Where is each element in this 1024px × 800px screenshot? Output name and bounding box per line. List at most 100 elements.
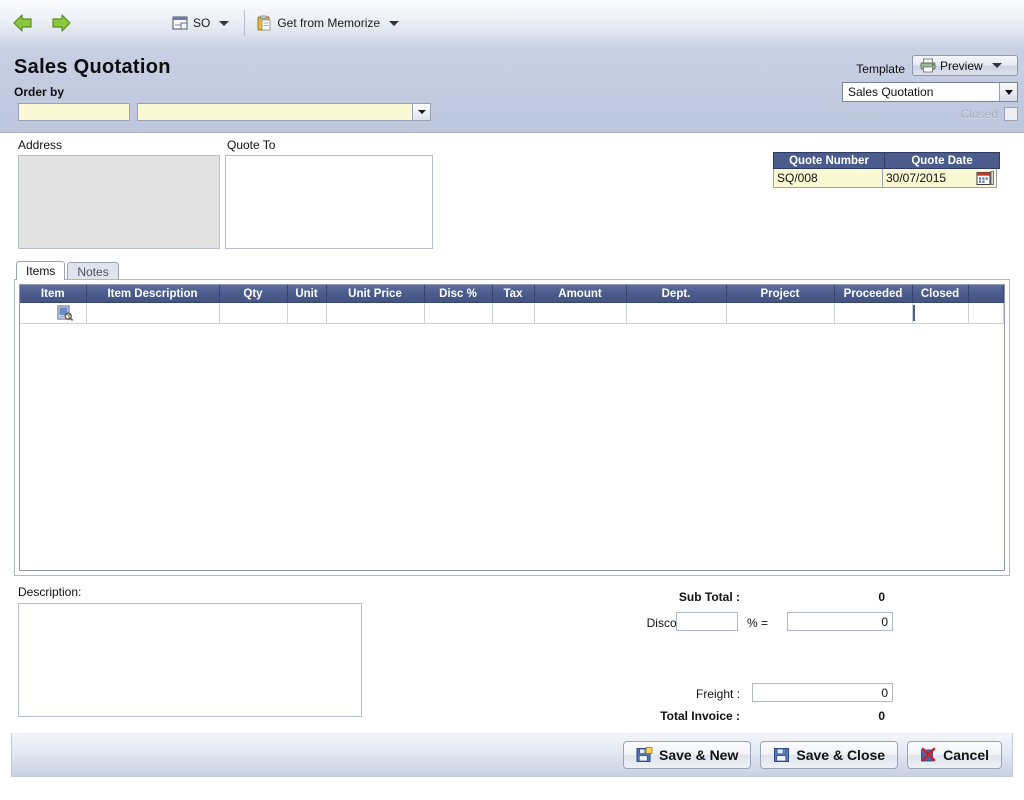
tab-notes[interactable]: Notes (67, 262, 118, 280)
quote-to-box[interactable] (225, 155, 433, 249)
save-and-new-button[interactable]: Save & New (623, 741, 751, 769)
quote-date-field[interactable]: 30/07/2015 (883, 169, 997, 188)
table-row[interactable] (20, 303, 1004, 324)
chevron-down-icon[interactable] (219, 21, 229, 26)
total-invoice-label: Total Invoice : (540, 709, 740, 723)
printer-icon (920, 58, 936, 73)
col-spacer (968, 285, 1004, 303)
order-by-label: Order by (14, 85, 64, 99)
items-table: Item Item Description Qty Unit Unit Pric… (20, 285, 1004, 324)
order-by-code-input[interactable] (18, 103, 130, 121)
discount-label: Discount : (520, 616, 700, 630)
discount-amount-input[interactable] (787, 612, 893, 631)
forward-button[interactable] (46, 8, 76, 38)
order-by-dropdown-button[interactable] (412, 104, 430, 120)
cell-tax[interactable] (492, 303, 534, 324)
header-closed-checkbox (1004, 107, 1018, 121)
col-unit[interactable]: Unit (287, 285, 326, 303)
quote-identity-values: SQ/008 30/07/2015 (773, 169, 1000, 188)
sub-total-value: 0 (800, 590, 885, 604)
row-closed-checkbox[interactable] (913, 305, 915, 321)
footer-button-bar: Save & New Save & Close Cancel (11, 733, 1013, 777)
toolbar-separator (244, 10, 245, 36)
col-qty[interactable]: Qty (219, 285, 287, 303)
tab-items[interactable]: Items (16, 261, 65, 280)
address-textarea[interactable] (19, 156, 219, 248)
sales-quotation-window: SO Get from Memorize Sales Quotation Ord… (0, 0, 1024, 800)
col-tax[interactable]: Tax (492, 285, 534, 303)
cell-unit[interactable] (287, 303, 326, 324)
cell-qty[interactable] (219, 303, 287, 324)
so-label: SO (193, 16, 210, 30)
chevron-down-icon (418, 110, 426, 114)
cell-item[interactable] (20, 303, 86, 324)
template-select[interactable]: Sales Quotation (842, 82, 1018, 102)
header-closed-field: Closed (961, 107, 1018, 121)
quote-date-header: Quote Date (885, 153, 999, 168)
chevron-down-icon[interactable] (389, 21, 399, 26)
order-by-combo[interactable] (137, 103, 431, 121)
col-project[interactable]: Project (726, 285, 834, 303)
back-button[interactable] (8, 8, 38, 38)
calendar-icon[interactable] (976, 170, 994, 186)
chevron-down-icon[interactable] (992, 63, 1002, 68)
get-from-memorize-button[interactable]: Get from Memorize (252, 8, 407, 38)
form-header: Sales Quotation Order by Template Previe… (0, 46, 1024, 133)
preview-label: Preview (940, 59, 983, 73)
lookup-icon[interactable] (56, 305, 74, 321)
cell-spacer (968, 303, 1004, 324)
col-item-description[interactable]: Item Description (86, 285, 219, 303)
freight-input[interactable] (752, 683, 893, 702)
address-label: Address (18, 138, 62, 152)
save-new-icon (636, 747, 653, 763)
col-closed[interactable]: Closed (912, 285, 968, 303)
preview-button[interactable]: Preview (912, 55, 1018, 76)
col-proceeded[interactable]: Proceeded (834, 285, 912, 303)
cancel-label: Cancel (943, 747, 989, 763)
arrow-right-icon (50, 13, 72, 33)
save-and-close-button[interactable]: Save & Close (760, 741, 898, 769)
clipboard-icon (256, 15, 272, 31)
template-label: Template (856, 62, 905, 76)
quote-number-header: Quote Number (774, 153, 885, 168)
cell-disc-pct[interactable] (424, 303, 492, 324)
order-by-input[interactable] (138, 104, 412, 120)
toolbar: SO Get from Memorize (0, 0, 1024, 47)
address-box[interactable] (18, 155, 220, 249)
col-unit-price[interactable]: Unit Price (326, 285, 424, 303)
col-disc-pct[interactable]: Disc % (424, 285, 492, 303)
discount-percent-input[interactable] (676, 612, 738, 631)
col-dept[interactable]: Dept. (626, 285, 726, 303)
page-title: Sales Quotation (14, 56, 171, 79)
cell-item-description[interactable] (86, 303, 219, 324)
items-grid-container: Item Item Description Qty Unit Unit Pric… (14, 279, 1010, 576)
template-dropdown-button[interactable] (999, 83, 1017, 101)
total-invoice-value: 0 (800, 709, 885, 723)
quote-to-textarea[interactable] (226, 156, 432, 248)
memorize-label: Get from Memorize (277, 16, 380, 30)
cell-dept[interactable] (626, 303, 726, 324)
header-closed-label: Closed (961, 107, 998, 121)
col-item[interactable]: Item (20, 285, 86, 303)
description-textarea[interactable] (19, 604, 361, 716)
so-menu-button[interactable]: SO (168, 8, 237, 38)
chevron-down-icon (1005, 90, 1013, 95)
save-and-new-label: Save & New (659, 747, 738, 763)
items-grid[interactable]: Item Item Description Qty Unit Unit Pric… (19, 284, 1005, 571)
tab-bar: Items Notes (16, 261, 119, 280)
description-label: Description: (18, 585, 81, 599)
quote-to-label: Quote To (227, 138, 275, 152)
quote-number-value[interactable]: SQ/008 (773, 169, 883, 188)
cell-amount (534, 303, 626, 324)
save-icon (773, 747, 790, 763)
cancel-button[interactable]: Cancel (907, 741, 1002, 769)
cell-closed[interactable] (912, 303, 968, 324)
col-amount[interactable]: Amount (534, 285, 626, 303)
cell-proceeded (834, 303, 912, 324)
cell-project[interactable] (726, 303, 834, 324)
items-header-row: Item Item Description Qty Unit Unit Pric… (20, 285, 1004, 303)
tab-notes-label: Notes (77, 265, 108, 279)
save-and-close-label: Save & Close (796, 747, 885, 763)
description-box[interactable] (18, 603, 362, 717)
cell-unit-price[interactable] (326, 303, 424, 324)
